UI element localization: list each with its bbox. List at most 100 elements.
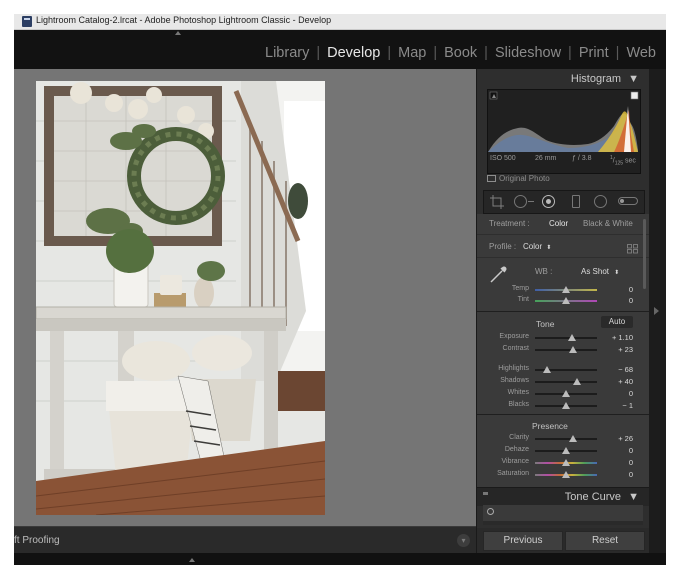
blacks-slider-thumb[interactable] bbox=[562, 402, 570, 409]
tone-curve-header[interactable]: Tone Curve ▼ bbox=[477, 487, 649, 506]
toolbar-options-icon[interactable]: ▾ bbox=[457, 534, 470, 547]
previous-button[interactable]: Previous bbox=[483, 531, 563, 551]
vibrance-label: Vibrance bbox=[501, 458, 529, 465]
clarity-slider-track[interactable] bbox=[535, 438, 597, 440]
photo-preview[interactable] bbox=[36, 81, 325, 515]
presence-section-title: Presence bbox=[532, 421, 568, 431]
highlights-slider-thumb[interactable] bbox=[543, 366, 551, 373]
temp-label: Temp bbox=[511, 285, 529, 292]
module-develop[interactable]: Develop bbox=[327, 45, 380, 61]
shutter-unit: sec bbox=[625, 157, 636, 165]
module-separator: | bbox=[615, 45, 620, 61]
histogram-iso: ISO 500 bbox=[490, 155, 516, 162]
profile-browser-icon[interactable] bbox=[627, 241, 639, 259]
module-map[interactable]: Map bbox=[398, 45, 426, 61]
treatment-black-white[interactable]: Black & White bbox=[583, 219, 633, 228]
basic-panel: WB : As Shot ⬍ Temp 0 Tint 0 Tone Auto E… bbox=[477, 258, 649, 487]
auto-tone-button[interactable]: Auto bbox=[601, 316, 633, 328]
contrast-value[interactable]: + 23 bbox=[607, 345, 633, 354]
tone-curve-graph[interactable] bbox=[483, 521, 643, 525]
collapse-top-panel-icon[interactable] bbox=[175, 31, 181, 35]
window-title: Lightroom Catalog-2.lrcat - Adobe Photos… bbox=[36, 15, 332, 25]
whites-slider-thumb[interactable] bbox=[562, 390, 570, 397]
dehaze-slider-thumb[interactable] bbox=[562, 447, 570, 454]
tint-value[interactable]: 0 bbox=[607, 296, 633, 305]
panel-scrollbar[interactable] bbox=[643, 219, 646, 289]
histogram-header[interactable]: Histogram ▼ bbox=[571, 73, 639, 85]
chevron-updown-icon: ⬍ bbox=[614, 270, 620, 276]
module-separator: | bbox=[484, 45, 488, 61]
exposure-slider-thumb[interactable] bbox=[568, 334, 576, 341]
dehaze-value[interactable]: 0 bbox=[607, 446, 633, 455]
shadows-value[interactable]: + 40 bbox=[607, 377, 633, 386]
temp-value[interactable]: 0 bbox=[607, 285, 633, 294]
profile-value: Color bbox=[523, 242, 543, 251]
wb-label: WB : bbox=[535, 267, 553, 276]
contrast-slider-thumb[interactable] bbox=[569, 346, 577, 353]
image-work-area[interactable] bbox=[14, 69, 476, 526]
contrast-slider-track[interactable] bbox=[535, 349, 597, 351]
module-print[interactable]: Print bbox=[579, 45, 609, 61]
targeted-adjustment-icon[interactable] bbox=[487, 508, 494, 515]
module-picker: Library | Develop | Map | Book | Slideshow | Print… bbox=[14, 30, 666, 69]
graduated-filter-icon[interactable] bbox=[572, 195, 580, 208]
whites-label: Whites bbox=[507, 389, 529, 396]
highlights-value[interactable]: − 68 bbox=[607, 365, 633, 374]
adjustment-brush-icon[interactable] bbox=[618, 197, 638, 205]
highlight-clipping-icon bbox=[630, 91, 639, 100]
shadows-slider-thumb[interactable] bbox=[573, 378, 581, 385]
right-panel-gutter[interactable] bbox=[648, 69, 666, 553]
expand-filmstrip-icon[interactable] bbox=[189, 558, 195, 562]
clarity-slider-thumb[interactable] bbox=[569, 435, 577, 442]
section-divider bbox=[477, 414, 649, 415]
red-eye-icon[interactable] bbox=[542, 195, 555, 208]
collapse-right-panel-icon[interactable] bbox=[654, 307, 659, 315]
chevron-updown-icon: ⬍ bbox=[546, 245, 552, 251]
exposure-slider-track[interactable] bbox=[535, 337, 597, 339]
module-library[interactable]: Library bbox=[265, 45, 309, 61]
reset-button[interactable]: Reset bbox=[565, 531, 645, 551]
module-book[interactable]: Book bbox=[444, 45, 477, 61]
crop-icon[interactable] bbox=[490, 195, 504, 209]
whites-value[interactable]: 0 bbox=[607, 389, 633, 398]
triangle-down-icon: ▼ bbox=[628, 73, 639, 85]
tint-slider-thumb[interactable] bbox=[562, 297, 570, 304]
wb-value: As Shot bbox=[581, 267, 610, 276]
vibrance-value[interactable]: 0 bbox=[607, 458, 633, 467]
shadows-label: Shadows bbox=[500, 377, 529, 384]
vibrance-slider-thumb[interactable] bbox=[562, 459, 570, 466]
panel-button-row: Previous Reset bbox=[477, 528, 649, 553]
soft-proofing-checkbox[interactable]: ft Proofing bbox=[14, 535, 60, 546]
profile-row: Profile : Color ⬍ bbox=[477, 235, 649, 257]
triangle-down-icon: ▼ bbox=[628, 491, 639, 503]
wb-dropdown[interactable]: As Shot ⬍ bbox=[581, 267, 619, 276]
saturation-slider-thumb[interactable] bbox=[562, 471, 570, 478]
treatment-row: Treatment : Color Black & White bbox=[477, 214, 649, 234]
module-web[interactable]: Web bbox=[626, 45, 656, 61]
contrast-label: Contrast bbox=[502, 345, 529, 352]
dehaze-label: Dehaze bbox=[504, 446, 529, 453]
module-slideshow[interactable]: Slideshow bbox=[495, 45, 561, 61]
radial-filter-icon[interactable] bbox=[594, 195, 607, 208]
exposure-label: Exposure bbox=[499, 333, 529, 340]
original-photo-toggle[interactable]: Original Photo bbox=[487, 174, 550, 183]
module-nav: Library | Develop | Map | Book | Slideshow | Print… bbox=[265, 45, 656, 61]
profile-dropdown[interactable]: Color ⬍ bbox=[523, 242, 551, 251]
saturation-label: Saturation bbox=[497, 470, 529, 477]
temp-slider-thumb[interactable] bbox=[562, 286, 570, 293]
saturation-value[interactable]: 0 bbox=[607, 470, 633, 479]
tone-curve-area[interactable] bbox=[483, 505, 643, 525]
original-photo-checkbox[interactable] bbox=[487, 175, 496, 183]
filmstrip-collapsed bbox=[14, 553, 666, 565]
shadows-slider-track[interactable] bbox=[535, 381, 597, 383]
treatment-label: Treatment : bbox=[489, 219, 530, 228]
clarity-value[interactable]: + 26 bbox=[607, 434, 633, 443]
histogram[interactable]: ISO 500 26 mm ƒ / 3.8 1/125 sec bbox=[487, 89, 641, 174]
develop-right-panel: Histogram ▼ ISO 500 26 mm ƒ / 3.8 1/125 … bbox=[476, 69, 649, 553]
treatment-color[interactable]: Color bbox=[549, 219, 568, 228]
histogram-aperture: ƒ / 3.8 bbox=[572, 155, 592, 162]
exposure-value[interactable]: + 1.10 bbox=[607, 333, 633, 342]
panel-toggle-icon[interactable] bbox=[483, 492, 488, 495]
spot-removal-icon[interactable] bbox=[514, 195, 527, 208]
blacks-value[interactable]: − 1 bbox=[607, 401, 633, 410]
